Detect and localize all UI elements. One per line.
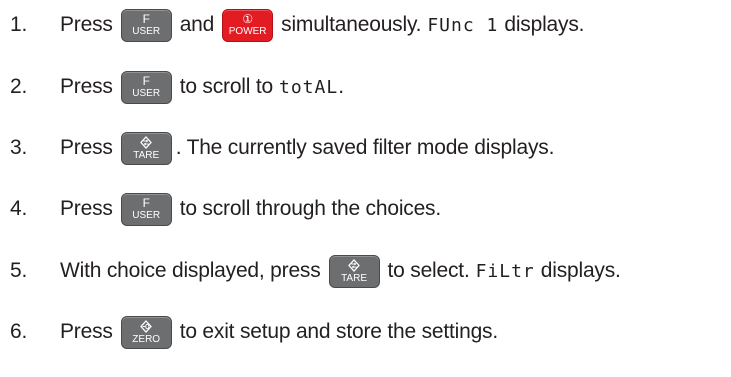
step-text: simultaneously. [281, 13, 422, 36]
key-label: F [142, 196, 150, 210]
step-number: 3. [10, 136, 28, 159]
step-2: 2. Press F USER to scroll to totAL . [0, 67, 731, 107]
step-text: . The currently saved filter mode displa… [175, 136, 555, 159]
power-key[interactable]: ① POWER [222, 8, 274, 42]
user-function-key[interactable]: F USER [120, 70, 172, 104]
user-function-key[interactable]: F USER [120, 192, 172, 226]
step-6: 6. Press ZERO to exit setup and store th… [0, 312, 731, 352]
step-1: 1. Press F USER and ① POWER simultaneous… [0, 5, 731, 45]
step-text: Press [60, 197, 113, 220]
step-4: 4. Press F USER to scroll through the ch… [0, 189, 731, 229]
step-text: to select. [387, 259, 470, 282]
zero-icon [140, 319, 153, 333]
key-caption: USER [132, 210, 161, 221]
key-caption: ZERO [132, 333, 161, 345]
tare-key[interactable]: TARE [120, 131, 172, 165]
step-text: With choice displayed, press [60, 259, 321, 282]
step-text: and [179, 13, 215, 36]
step-number: 5. [10, 259, 28, 282]
key-label: F [142, 12, 150, 26]
step-text: to scroll to [179, 75, 274, 98]
step-5: 5. With choice displayed, press TARE to … [0, 251, 731, 291]
step-text: Press [60, 320, 113, 343]
segment-display-text: FUnc 1 [427, 14, 499, 36]
key-caption: POWER [228, 26, 267, 37]
step-number: 1. [10, 13, 28, 36]
key-caption: USER [132, 88, 161, 99]
step-3: 3. Press TARE . The currently saved filt… [0, 128, 731, 168]
zero-key[interactable]: ZERO [120, 315, 172, 349]
step-text: Press [60, 75, 113, 98]
step-number: 2. [10, 75, 28, 98]
step-text: to scroll through the choices. [179, 197, 442, 220]
tare-key[interactable]: TARE [328, 254, 380, 288]
step-number: 4. [10, 197, 28, 220]
step-text: . [338, 75, 344, 98]
tare-icon [140, 135, 153, 149]
tare-icon [348, 258, 360, 272]
key-caption: USER [132, 26, 161, 37]
step-number: 6. [10, 320, 28, 343]
key-label: F [142, 74, 150, 88]
step-text: to exit setup and store the settings. [179, 320, 498, 343]
step-text: displays. [504, 13, 585, 36]
key-caption: TARE [341, 272, 367, 284]
key-caption: TARE [133, 149, 160, 161]
user-function-key[interactable]: F USER [120, 8, 172, 42]
power-icon: ① [242, 12, 253, 26]
instruction-steps: 1. Press F USER and ① POWER simultaneous… [0, 0, 731, 377]
step-text: Press [60, 13, 113, 36]
step-text: displays. [540, 259, 621, 282]
step-text: Press [60, 136, 113, 159]
segment-display-text: FiLtr [475, 260, 535, 282]
segment-display-text: totAL [279, 76, 339, 98]
